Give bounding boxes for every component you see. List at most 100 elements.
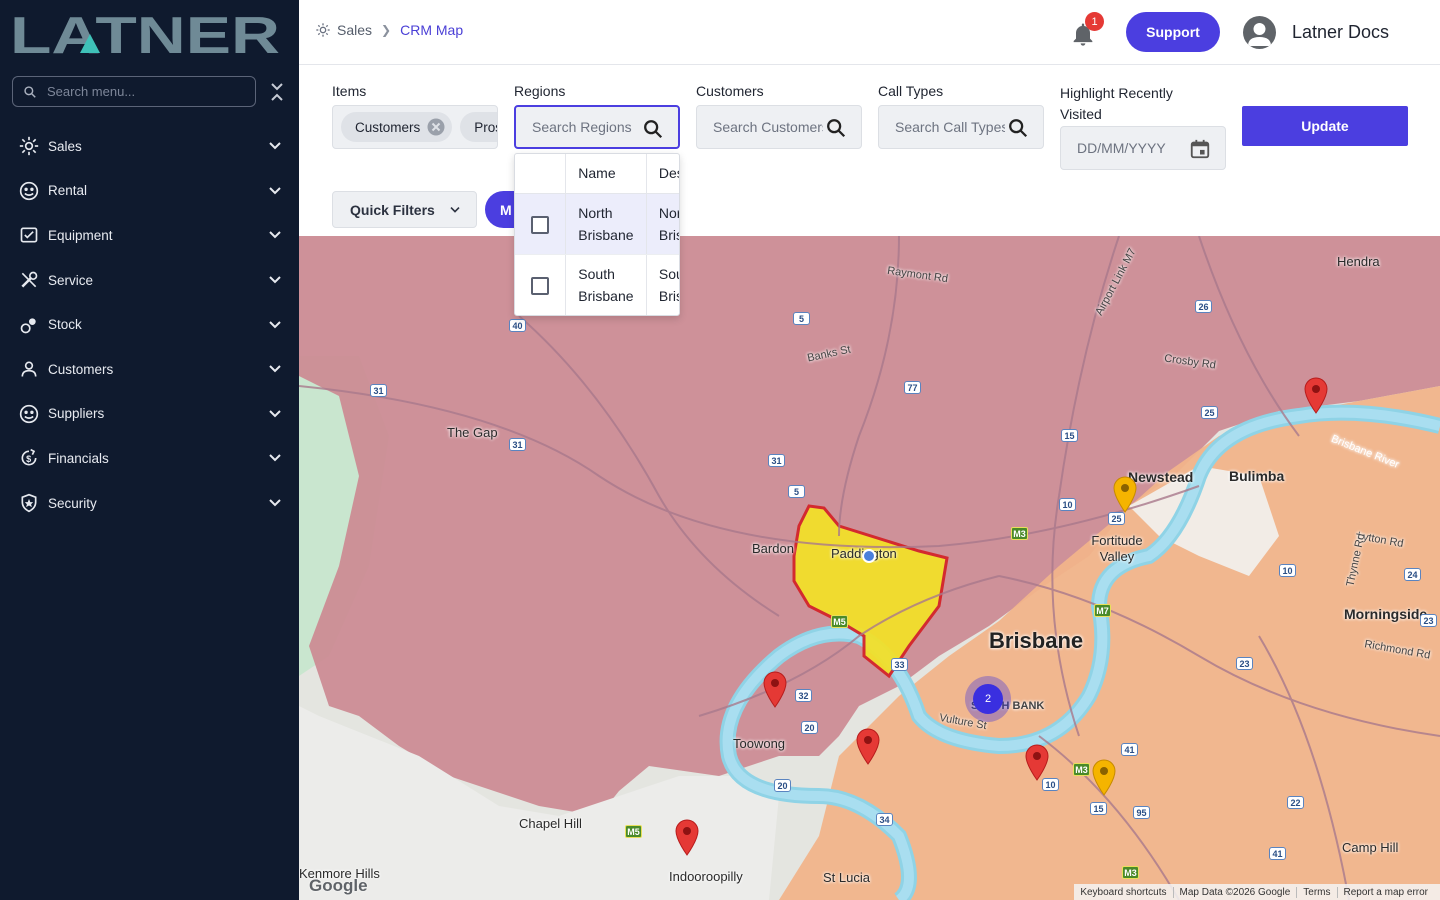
items-select[interactable]: Customers Prospects — [332, 105, 498, 149]
sidebar-item-customers[interactable]: Customers — [0, 347, 299, 392]
sidebar-item-label: Customers — [48, 361, 114, 377]
sidebar-item-security[interactable]: Security — [0, 481, 299, 526]
report-error-link[interactable]: Report a map error — [1338, 887, 1434, 898]
date-input[interactable] — [1077, 140, 1187, 156]
calendar-icon[interactable] — [1189, 138, 1211, 160]
map-data-text: Map Data ©2026 Google — [1174, 886, 1298, 898]
place-label: St Lucia — [823, 870, 870, 885]
chip-prospects[interactable]: Prospects — [460, 112, 497, 142]
chevron-down-icon — [269, 142, 281, 150]
quick-filters-button[interactable]: Quick Filters — [332, 191, 477, 228]
route-shield: 41 — [1269, 847, 1286, 860]
chevron-down-icon — [269, 276, 281, 284]
sidebar-item-label: Stock — [48, 317, 82, 333]
regions-dropdown: Name Description North Brisbane North Br… — [514, 153, 680, 316]
sidebar-item-label: Sales — [48, 138, 82, 154]
prospect-pin-icon[interactable] — [1112, 475, 1138, 513]
table-row[interactable]: South Brisbane South Brisbane — [515, 254, 679, 315]
prospect-pin-icon[interactable] — [1091, 758, 1117, 796]
menu-search-input[interactable] — [47, 84, 237, 99]
breadcrumb-root[interactable]: Sales — [315, 22, 372, 38]
google-logo[interactable]: Google — [309, 876, 368, 896]
rental-icon — [18, 180, 40, 202]
row-checkbox[interactable] — [531, 215, 550, 234]
terms-link[interactable]: Terms — [1297, 886, 1338, 898]
call-types-search-input[interactable] — [895, 119, 1005, 135]
breadcrumb-root-label: Sales — [337, 22, 373, 38]
keyboard-shortcuts-link[interactable]: Keyboard shortcuts — [1074, 886, 1174, 898]
place-label: Hendra — [1337, 254, 1380, 269]
customers-search[interactable] — [696, 105, 862, 149]
place-label: The Gap — [447, 425, 498, 440]
sidebar-item-label: Financials — [48, 450, 109, 466]
crm-map[interactable]: Hendra Raymont Rd Airport Link M7 Banks … — [299, 236, 1440, 900]
highlight-visited-label: Highlight Recently Visited — [1060, 85, 1173, 122]
highlight-date-field[interactable] — [1060, 126, 1226, 170]
remove-chip-icon[interactable] — [426, 117, 446, 137]
sidebar-item-suppliers[interactable]: Suppliers — [0, 392, 299, 437]
sidebar-item-sales[interactable]: Sales — [0, 124, 299, 169]
sidebar-item-stock[interactable]: Stock — [0, 302, 299, 347]
breadcrumb-current: CRM Map — [400, 22, 464, 38]
search-icon[interactable] — [1007, 117, 1029, 139]
map-canvas[interactable] — [299, 236, 1440, 900]
latner-logo[interactable]: LATNER — [10, 12, 282, 56]
search-icon[interactable] — [642, 118, 664, 140]
person-icon — [18, 358, 40, 380]
column-header-description: Description — [646, 154, 679, 194]
regions-search[interactable] — [514, 105, 680, 149]
update-button[interactable]: Update — [1242, 106, 1408, 146]
brand-name: LATNER — [10, 12, 280, 56]
customer-pin-icon[interactable] — [762, 670, 788, 708]
menu-search[interactable] — [12, 76, 256, 107]
route-shield: M5 — [831, 615, 848, 628]
chip-customers[interactable]: Customers — [341, 112, 453, 142]
map-attribution: Keyboard shortcuts Map Data ©2026 Google… — [1074, 884, 1440, 900]
route-shield: M3 — [1073, 763, 1090, 776]
breadcrumb: Sales ❯ CRM Map — [315, 22, 463, 38]
customer-pin-icon[interactable] — [1024, 743, 1050, 781]
service-icon — [18, 269, 40, 291]
chevron-down-icon — [450, 206, 460, 213]
user-name[interactable]: Latner Docs — [1292, 22, 1389, 43]
row-checkbox[interactable] — [531, 276, 550, 295]
route-shield: 25 — [1201, 406, 1218, 419]
route-shield: 10 — [1279, 564, 1296, 577]
search-icon[interactable] — [825, 117, 847, 139]
route-shield: 15 — [1090, 802, 1107, 815]
chevron-down-icon — [269, 454, 281, 462]
route-shield: 40 — [509, 319, 526, 332]
call-types-label: Call Types — [878, 83, 944, 99]
support-button[interactable]: Support — [1126, 12, 1220, 52]
quick-filters-label: Quick Filters — [350, 201, 435, 218]
suppliers-icon — [18, 403, 40, 425]
sidebar-item-label: Security — [48, 495, 97, 511]
region-description: South Brisbane — [646, 254, 679, 315]
sidebar-item-rental[interactable]: Rental — [0, 169, 299, 214]
marker-cluster[interactable]: 2 — [965, 676, 1011, 722]
avatar[interactable] — [1243, 16, 1276, 49]
row-checkbox-cell — [515, 193, 567, 255]
sidebar: LATNER Sales Rental Equipment — [0, 0, 299, 900]
table-row[interactable]: North Brisbane North Brisbane — [515, 193, 679, 255]
customer-pin-icon[interactable] — [855, 727, 881, 765]
customer-pin-icon[interactable] — [674, 818, 700, 856]
customers-search-input[interactable] — [713, 119, 823, 135]
call-types-search[interactable] — [878, 105, 1044, 149]
sidebar-item-equipment[interactable]: Equipment — [0, 213, 299, 258]
place-label: Indooroopilly — [669, 869, 743, 884]
sidebar-item-label: Suppliers — [48, 406, 105, 422]
row-checkbox-cell — [515, 254, 567, 315]
sidebar-item-service[interactable]: Service — [0, 258, 299, 303]
chevron-down-icon — [269, 499, 281, 507]
regions-search-input[interactable] — [532, 119, 642, 135]
collapse-menu-icon[interactable] — [268, 82, 286, 102]
customer-pin-icon[interactable] — [1303, 376, 1329, 414]
chevron-right-icon: ❯ — [381, 23, 392, 37]
route-shield: M3 — [1122, 866, 1139, 879]
sidebar-item-label: Service — [48, 272, 94, 288]
select-column-header — [515, 154, 567, 194]
sidebar-item-financials[interactable]: $ Financials — [0, 436, 299, 481]
route-shield: 32 — [795, 689, 812, 702]
stock-icon — [18, 314, 40, 336]
